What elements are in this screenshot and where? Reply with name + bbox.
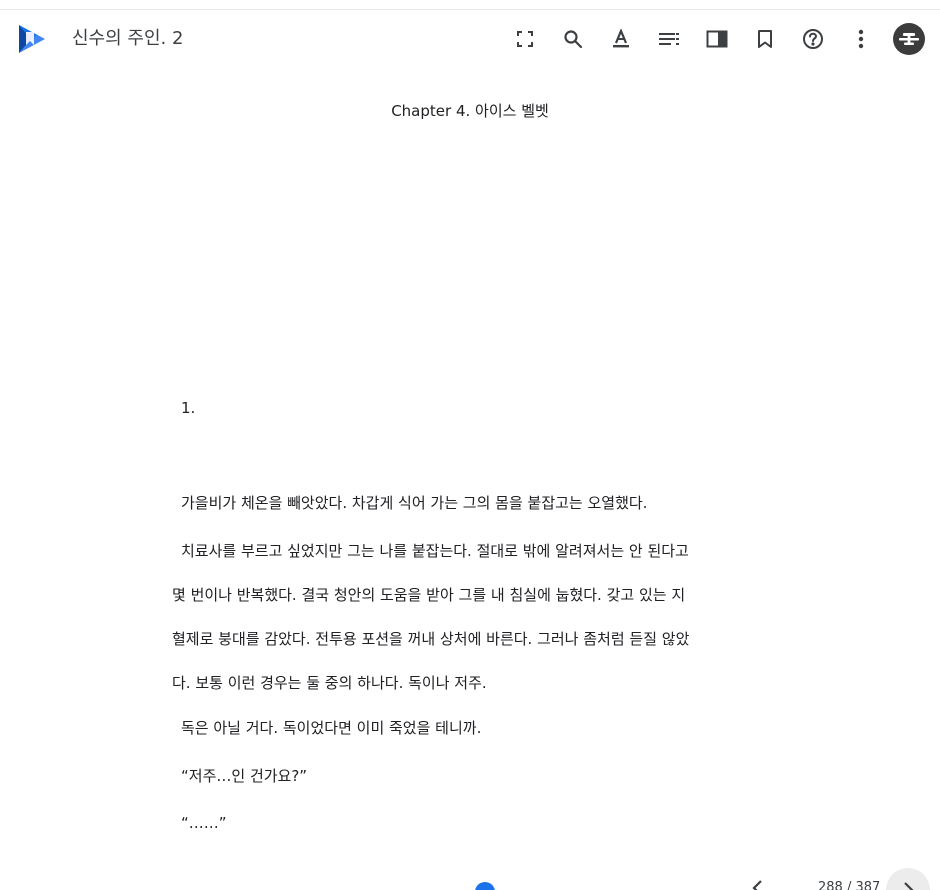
page-indicator: 288 / 387 — [818, 880, 881, 890]
chevron-left-icon — [748, 880, 768, 890]
page-layout-icon — [706, 30, 728, 48]
page-scrubber-handle[interactable] — [475, 882, 495, 890]
previous-page-button[interactable] — [748, 878, 768, 890]
text-line: 가을비가 체온을 빼앗았다. 차갑게 식어 가는 그의 몸을 붙잡고는 오열했다… — [181, 494, 648, 512]
chevron-right-icon — [898, 880, 918, 890]
text-line: 혈제로 붕대를 감았다. 전투용 포션을 꺼내 상처에 바른다. 그러나 좀처럼… — [172, 630, 690, 648]
top-border — [0, 0, 940, 10]
book-title[interactable]: 신수의 주인. 2 — [72, 27, 183, 51]
text-line: “……” — [181, 814, 227, 832]
text-line: 다. 보통 이런 경우는 둘 중의 하나다. 독이나 저주. — [172, 674, 487, 692]
text-line: 독은 아닐 거다. 독이었다면 이미 죽었을 테니까. — [181, 719, 482, 737]
section-number: 1. — [181, 399, 196, 417]
display-options-button[interactable] — [605, 23, 637, 55]
more-vert-icon — [858, 29, 864, 49]
bookmark-button[interactable] — [749, 23, 781, 55]
text-line: 몇 번이나 반복했다. 결국 청안의 도움을 받아 그를 내 침실에 눕혔다. … — [172, 586, 686, 604]
text-line: “저주…인 건가요?” — [181, 767, 308, 785]
help-button[interactable] — [797, 23, 829, 55]
fullscreen-button[interactable] — [509, 23, 541, 55]
search-icon — [563, 29, 583, 49]
more-options-button[interactable] — [845, 23, 877, 55]
next-page-button[interactable] — [886, 868, 930, 890]
text-line: 치료사를 부르고 싶었지만 그는 나를 붙잡는다. 절대로 밖에 알려져서는 안… — [181, 542, 689, 560]
reader-toolbar: 신수의 주인. 2 — [0, 11, 940, 67]
page-layout-button[interactable] — [701, 23, 733, 55]
avatar-emblem-icon — [899, 33, 919, 45]
account-avatar[interactable] — [893, 23, 925, 55]
chapter-title: Chapter 4. 아이스 벨벳 — [391, 102, 549, 120]
table-of-contents-icon — [658, 31, 680, 47]
fullscreen-icon — [516, 30, 534, 48]
text-format-icon — [611, 29, 631, 49]
help-icon — [802, 28, 824, 50]
play-books-logo-icon[interactable] — [17, 23, 47, 55]
search-button[interactable] — [557, 23, 589, 55]
table-of-contents-button[interactable] — [653, 23, 685, 55]
bookmark-icon — [757, 29, 773, 49]
